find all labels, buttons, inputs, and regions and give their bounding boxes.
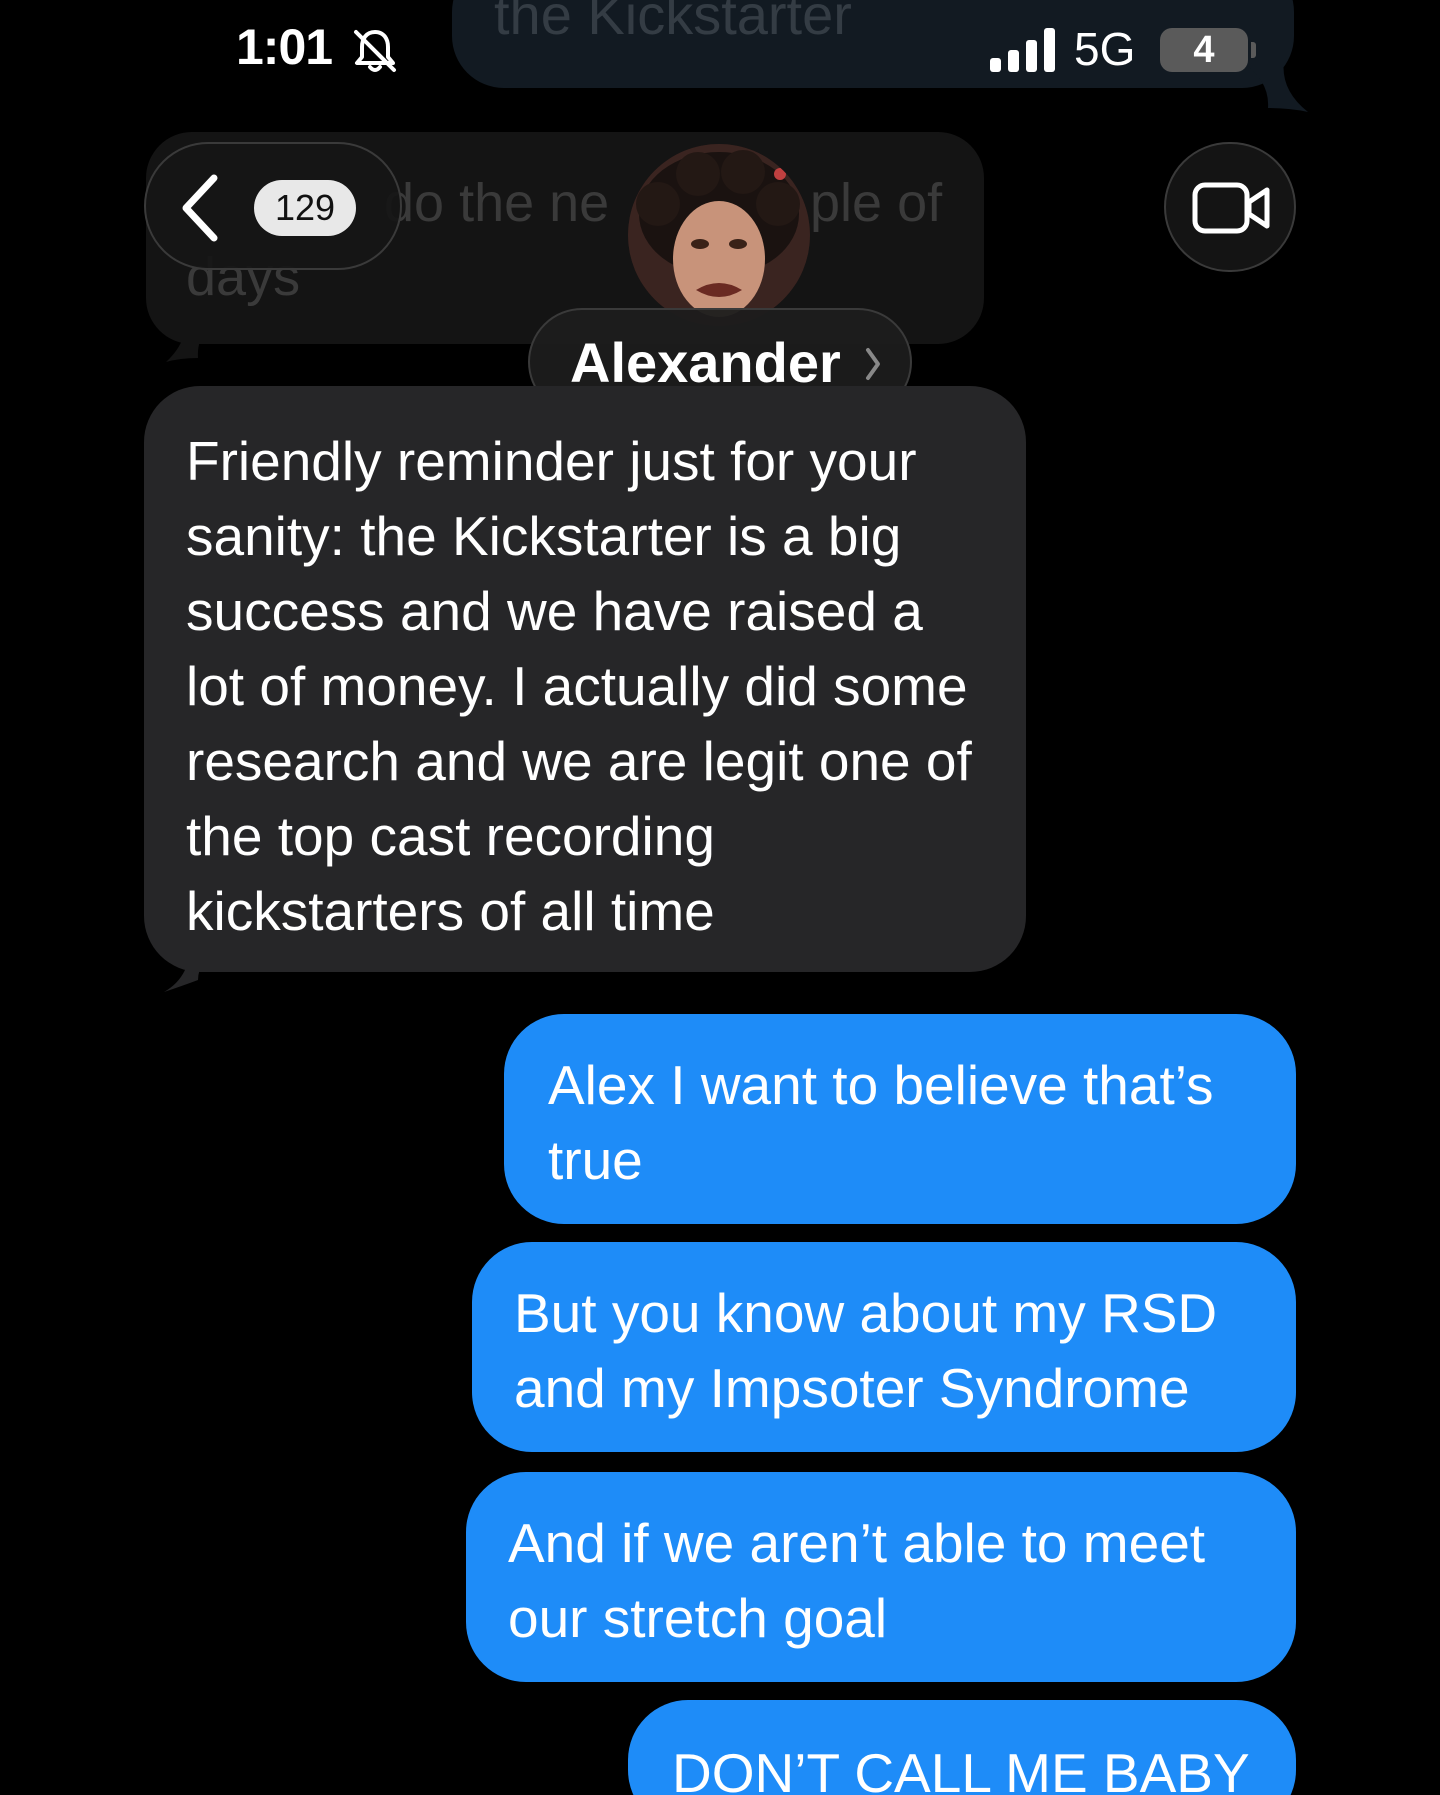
unread-count-badge: 129 (254, 180, 356, 236)
video-call-button[interactable] (1164, 142, 1296, 272)
outgoing-message-bubble[interactable]: DON’T CALL ME BABY (628, 1700, 1296, 1795)
back-button[interactable]: 129 (144, 142, 402, 270)
outgoing-message-text: Alex I want to believe that’s true (548, 1054, 1214, 1191)
ghost-received-bubble-tail (166, 310, 226, 362)
contact-avatar[interactable] (628, 144, 810, 326)
chevron-right-icon (866, 348, 880, 380)
ghost-received-text-left: do the ne (384, 173, 610, 233)
signal-bars-icon (990, 28, 1055, 72)
status-time: 1:01 (236, 19, 333, 75)
chevron-left-icon (182, 174, 218, 242)
incoming-bubble-tail (164, 940, 224, 992)
messages-screen: the Kickstarter do the ne ple of days 1:… (0, 0, 1440, 1795)
outgoing-message-text: DON’T CALL ME BABY (672, 1742, 1250, 1795)
outgoing-message-text: And if we aren’t able to meet our stretc… (508, 1512, 1206, 1649)
ghost-received-text-right: ple of (810, 173, 943, 233)
battery-tip (1251, 42, 1256, 58)
ghost-sent-text: the Kickstarter (494, 0, 852, 46)
outgoing-message-text: But you know about my RSD and my Impsote… (514, 1282, 1218, 1419)
incoming-message-bubble[interactable]: Friendly reminder just for your sanity: … (144, 386, 1026, 972)
outgoing-message-bubble[interactable]: Alex I want to believe that’s true (504, 1014, 1296, 1224)
outgoing-message-bubble[interactable]: But you know about my RSD and my Impsote… (472, 1242, 1296, 1452)
network-type: 5G (1074, 23, 1136, 75)
ghost-sent-bubble-tail (1240, 60, 1308, 112)
battery-indicator: 4 (1160, 28, 1248, 72)
incoming-message-text: Friendly reminder just for your sanity: … (186, 430, 972, 942)
avatar-image (628, 144, 810, 326)
video-camera-icon (1192, 182, 1270, 234)
outgoing-message-bubble[interactable]: And if we aren’t able to meet our stretc… (466, 1472, 1296, 1682)
bell-slash-icon (354, 30, 396, 72)
